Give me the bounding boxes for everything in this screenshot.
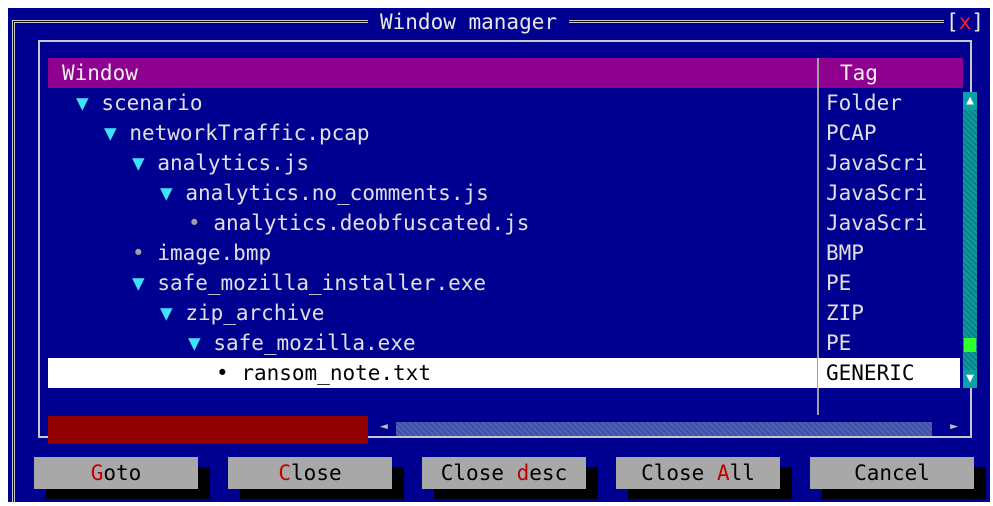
window-manager-dialog: Window manager [x] Window Tag ▼ scenario…: [8, 8, 990, 502]
horizontal-scroll-indicator: [48, 416, 368, 444]
scroll-down-icon[interactable]: ▼: [963, 370, 977, 388]
close-button[interactable]: Close: [228, 457, 392, 489]
dialog-title: Window manager: [368, 8, 570, 36]
horizontal-scroll-track[interactable]: [396, 422, 932, 436]
tree-row[interactable]: ▼ analytics.js: [48, 148, 818, 178]
expanded-icon[interactable]: ▼: [188, 331, 201, 355]
goto-button[interactable]: Goto: [34, 457, 198, 489]
tree-item-label: ransom_note.txt: [241, 361, 431, 385]
scroll-right-icon[interactable]: ►: [950, 419, 958, 434]
tag-cell[interactable]: JavaScri: [818, 148, 960, 178]
tree-row[interactable]: ▼ safe_mozilla.exe: [48, 328, 818, 358]
tag-cell[interactable]: BMP: [818, 238, 960, 268]
tree-item-label: safe_mozilla.exe: [213, 331, 416, 355]
hotkey-letter: A: [716, 461, 730, 485]
list-header: Window Tag: [48, 58, 963, 88]
tree-row[interactable]: ▼ scenario: [48, 88, 818, 118]
button-label: Close: [641, 461, 717, 485]
tag-cell[interactable]: ZIP: [818, 298, 960, 328]
close-desc-button[interactable]: Close desc: [422, 457, 586, 489]
button-label: Cancel: [854, 461, 930, 485]
scroll-up-icon[interactable]: ▲: [963, 92, 977, 110]
tag-cell[interactable]: PCAP: [818, 118, 960, 148]
button-label: ll: [729, 461, 755, 485]
tree-row[interactable]: ▼ networkTraffic.pcap: [48, 118, 818, 148]
vertical-scrollbar[interactable]: ▲ ▼: [963, 92, 977, 388]
tag-cell[interactable]: JavaScri: [818, 178, 960, 208]
button-label: oto: [103, 461, 142, 485]
expanded-icon[interactable]: ▼: [132, 151, 145, 175]
tree-row[interactable]: ▼ analytics.no_comments.js: [48, 178, 818, 208]
tree-item-label: networkTraffic.pcap: [129, 121, 370, 145]
leaf-bullet-icon: •: [132, 241, 145, 265]
hotkey-letter: d: [516, 461, 530, 485]
tag-cell-selected[interactable]: GENERIC: [818, 358, 960, 388]
hotkey-letter: C: [278, 461, 292, 485]
tag-cell[interactable]: JavaScri: [818, 208, 960, 238]
hotkey-letter: G: [90, 461, 104, 485]
tree-row[interactable]: ▼ zip_archive: [48, 298, 818, 328]
tree-item-label: image.bmp: [157, 241, 272, 265]
close-all-button[interactable]: Close All: [616, 457, 780, 489]
expanded-icon[interactable]: ▼: [160, 301, 173, 325]
close-icon[interactable]: x: [959, 10, 972, 34]
button-label: Close: [440, 461, 517, 485]
scroll-left-icon[interactable]: ◄: [380, 419, 388, 434]
tag-cell[interactable]: PE: [818, 328, 960, 358]
tree-row[interactable]: • image.bmp: [48, 238, 818, 268]
cancel-button[interactable]: Cancel: [810, 457, 974, 489]
scrollbar-thumb[interactable]: [964, 338, 976, 352]
close-dialog-button[interactable]: [x]: [944, 8, 986, 36]
column-header-tag[interactable]: Tag: [840, 58, 878, 88]
leaf-bullet-icon: •: [216, 361, 229, 385]
button-label: lose: [291, 461, 342, 485]
button-label: esc: [529, 461, 568, 485]
window-tree: ▼ scenario ▼ networkTraffic.pcap ▼ analy…: [48, 88, 818, 388]
tree-row-selected[interactable]: • ransom_note.txt: [48, 358, 818, 388]
tree-item-label: analytics.js: [157, 151, 310, 175]
tag-column: Folder PCAP JavaScri JavaScri JavaScri B…: [818, 88, 960, 388]
leaf-bullet-icon: •: [188, 211, 201, 235]
expanded-icon[interactable]: ▼: [132, 271, 145, 295]
tree-item-label: zip_archive: [185, 301, 325, 325]
tree-item-label: analytics.no_comments.js: [185, 181, 489, 205]
tree-row[interactable]: ▼ safe_mozilla_installer.exe: [48, 268, 818, 298]
tree-row[interactable]: • analytics.deobfuscated.js: [48, 208, 818, 238]
tree-item-label: safe_mozilla_installer.exe: [157, 271, 487, 295]
tree-item-label: scenario: [101, 91, 203, 115]
column-header-window[interactable]: Window: [62, 58, 138, 88]
expanded-icon[interactable]: ▼: [104, 121, 117, 145]
expanded-icon[interactable]: ▼: [76, 91, 89, 115]
horizontal-scrollbar[interactable]: ◄ ►: [368, 419, 958, 436]
tag-cell[interactable]: Folder: [818, 88, 960, 118]
tree-item-label: analytics.deobfuscated.js: [213, 211, 530, 235]
expanded-icon[interactable]: ▼: [160, 181, 173, 205]
tag-cell[interactable]: PE: [818, 268, 960, 298]
